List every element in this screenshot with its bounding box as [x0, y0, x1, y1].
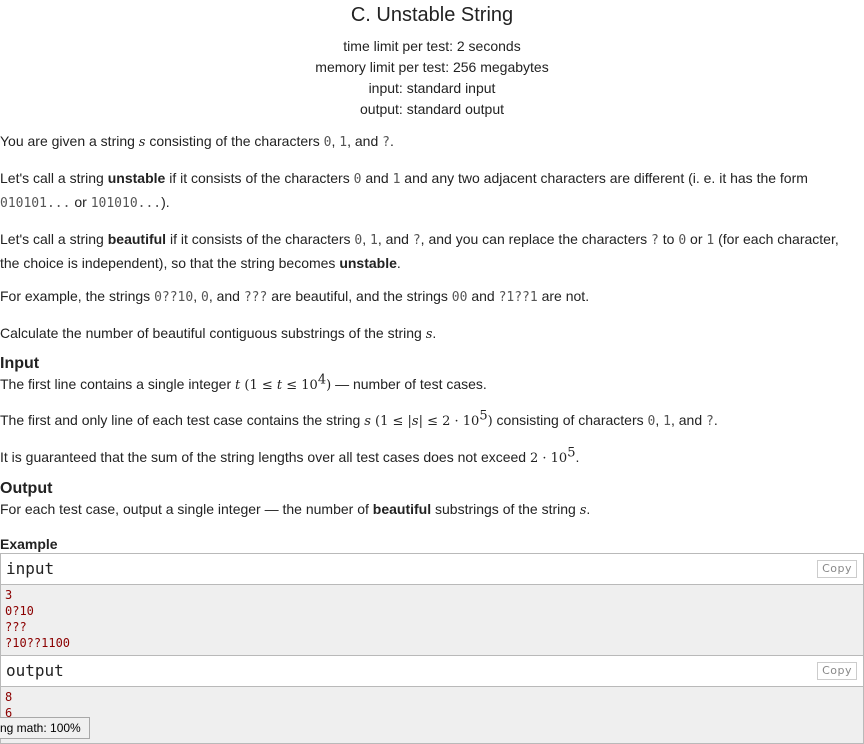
example-output-line: 8	[5, 690, 13, 704]
statement-paragraph-5: Calculate the number of beautiful contig…	[0, 325, 437, 342]
problem-title: C. Unstable String	[350, 4, 514, 26]
example-output-header: output Copy	[1, 656, 863, 687]
input-section: Input The first line contains a single i…	[0, 354, 860, 469]
statement-paragraph-2: Let's call a string unstable if it consi…	[0, 170, 808, 211]
example-title: Example	[0, 536, 58, 552]
example-input-header: input Copy	[1, 554, 863, 585]
statement-paragraph-3: Let's call a string beautiful if it cons…	[0, 231, 839, 271]
copy-output-button[interactable]: Copy	[817, 662, 857, 680]
time-limit: time limit per test: 2 seconds	[343, 38, 521, 54]
output-section: Output For each test case, output a sing…	[0, 479, 860, 521]
statement-paragraph-1: You are given a string s consisting of t…	[0, 133, 394, 150]
example-box: input Copy 3 0?10 ??? ?10??1100 output C…	[0, 553, 864, 744]
input-line-2: The first and only line of each test cas…	[0, 408, 718, 429]
input-line-1: The first line contains a single integer…	[0, 372, 487, 393]
input-line-3: It is guaranteed that the sum of the str…	[0, 445, 580, 466]
example-input-line: 0?10	[5, 604, 34, 618]
output-spec: output: standard output	[360, 101, 504, 117]
statement-paragraph-4: For example, the strings 0??10, 0, and ?…	[0, 288, 590, 305]
mathjax-status-bar: ng math: 100%	[0, 717, 90, 739]
example-input-line: 3	[5, 588, 13, 602]
input-spec: input: standard input	[368, 80, 496, 96]
example-output-label: output	[6, 661, 64, 680]
example-input-line: ???	[5, 620, 27, 634]
problem-statement: You are given a string s consisting of t…	[0, 130, 860, 346]
example-output-line: 6	[5, 706, 13, 720]
memory-limit: memory limit per test: 256 megabytes	[315, 59, 549, 75]
output-section-title: Output	[0, 480, 53, 497]
copy-input-button[interactable]: Copy	[817, 560, 857, 578]
input-section-title: Input	[0, 355, 40, 372]
example-input-content: 3 0?10 ??? ?10??1100	[1, 585, 863, 656]
example-output-content: 8 6	[1, 687, 863, 743]
output-line-1: For each test case, output a single inte…	[0, 501, 591, 518]
example-input-label: input	[6, 559, 55, 578]
example-input-line: ?10??1100	[5, 636, 71, 650]
problem-header: C. Unstable String time limit per test: …	[0, 0, 864, 120]
